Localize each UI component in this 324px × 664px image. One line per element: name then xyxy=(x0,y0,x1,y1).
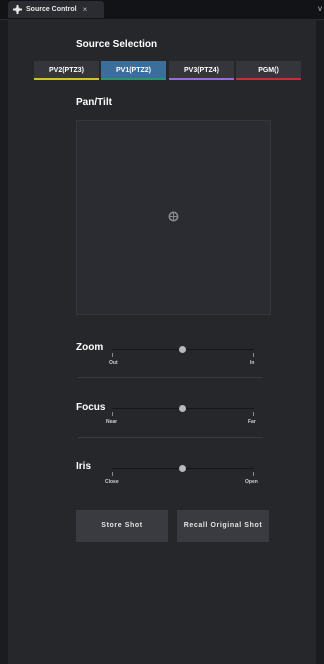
source-color-indicator xyxy=(169,78,234,80)
tab-source-control[interactable]: Source Control × xyxy=(8,1,104,18)
recall-original-shot-button[interactable]: Recall Original Shot xyxy=(177,510,269,542)
tab-bar: Source Control × v xyxy=(0,0,324,20)
zoom-min-tick xyxy=(112,353,113,357)
source-color-indicator xyxy=(101,78,166,80)
zoom-max-label: In xyxy=(250,360,255,366)
zoom-min-label: Out xyxy=(109,360,118,366)
zoom-slider-thumb[interactable] xyxy=(179,346,186,353)
iris-min-label: Close xyxy=(105,479,119,485)
source-button-label: PV1(PTZ2) xyxy=(115,67,151,74)
store-shot-button[interactable]: Store Shot xyxy=(76,510,168,542)
source-button-pv1-ptz2[interactable]: PV1(PTZ2) xyxy=(101,61,166,80)
close-icon[interactable]: × xyxy=(83,5,88,14)
iris-slider-thumb[interactable] xyxy=(179,465,186,472)
focus-slider-thumb[interactable] xyxy=(179,405,186,412)
source-button-pv3-ptz4[interactable]: PV3(PTZ4) xyxy=(169,61,234,80)
zoom-max-tick xyxy=(253,353,254,357)
pan-tilt-pad[interactable] xyxy=(76,120,271,315)
iris-min-tick xyxy=(112,472,113,476)
source-button-label: PV2(PTZ3) xyxy=(48,67,84,74)
source-button-pv2-ptz3[interactable]: PV2(PTZ3) xyxy=(34,61,99,80)
source-control-panel: Source Selection PV2(PTZ3) PV1(PTZ2) PV3(P… xyxy=(8,19,316,664)
source-button-label: PGM() xyxy=(258,67,279,74)
focus-label: Focus xyxy=(76,402,106,413)
zoom-label: Zoom xyxy=(76,342,104,353)
pan-tilt-title: Pan/Tilt xyxy=(76,97,112,108)
source-color-indicator xyxy=(236,78,301,80)
source-color-indicator xyxy=(34,78,99,80)
iris-max-label: Open xyxy=(245,479,258,485)
source-button-label: PV3(PTZ4) xyxy=(183,67,219,74)
focus-max-tick xyxy=(253,412,254,416)
plus-gear-icon xyxy=(12,5,22,15)
divider xyxy=(78,377,263,378)
focus-min-tick xyxy=(112,412,113,416)
source-selection-title: Source Selection xyxy=(76,39,158,50)
iris-label: Iris xyxy=(76,461,92,472)
focus-max-label: Far xyxy=(248,419,256,425)
iris-max-tick xyxy=(253,472,254,476)
divider xyxy=(78,437,263,438)
focus-min-label: Near xyxy=(106,419,118,425)
crosshair-icon[interactable] xyxy=(167,210,180,223)
source-button-pgm[interactable]: PGM() xyxy=(236,61,301,80)
tab-title: Source Control xyxy=(26,6,77,13)
chevron-down-icon[interactable]: v xyxy=(318,4,322,13)
